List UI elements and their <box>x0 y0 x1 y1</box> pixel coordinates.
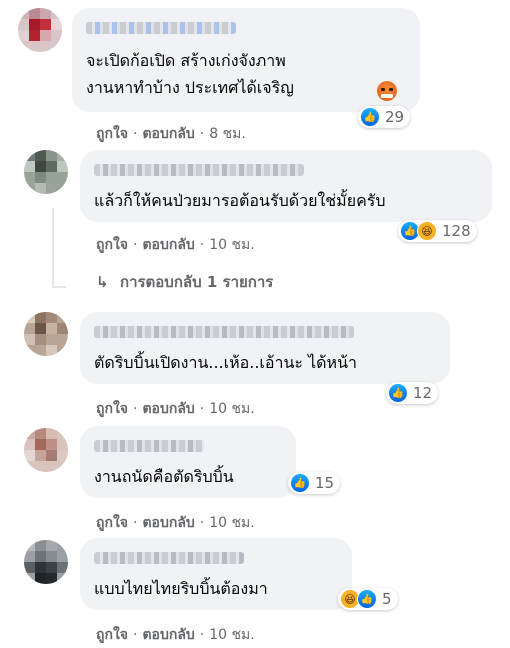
separator: · <box>133 627 138 643</box>
comment-actions: ถูกใจ · ตอบกลับ · 10 ชม. <box>96 398 255 420</box>
reply-button[interactable]: ตอบกลับ <box>142 627 194 643</box>
avatar[interactable] <box>24 428 68 472</box>
comment-text-line1: จะเปิดก้อเปิด สร้างเก่งจังภาพ <box>86 51 286 70</box>
author-name-blurred[interactable] <box>94 164 304 176</box>
reaction-count: 5 <box>382 590 392 608</box>
author-name-blurred[interactable] <box>94 326 354 338</box>
reaction-count: 29 <box>385 108 405 126</box>
timestamp[interactable]: 10 ชม. <box>209 237 254 253</box>
like-reaction-icon: 👍 <box>290 473 310 493</box>
like-reaction-icon: 👍 <box>357 589 377 609</box>
comment-text-line1: แล้วก็ให้คนป่วยมารอต้อนรับด้วยใช่มั้ยครั… <box>94 191 386 210</box>
comment-bubble: จะเปิดก้อเปิด สร้างเก่งจังภาพ งานหาทำบ้า… <box>72 8 420 112</box>
reaction-count: 128 <box>442 222 471 240</box>
angry-face-emoji-icon <box>377 81 397 101</box>
like-button[interactable]: ถูกใจ <box>96 126 128 142</box>
thread-connector <box>52 286 66 288</box>
comment-text-line2: งานหาทำบ้าง ประเทศได้เจริญ <box>86 78 294 97</box>
reaction-count: 15 <box>315 474 335 492</box>
comment-actions: ถูกใจ · ตอบกลับ · 10 ชม. <box>96 234 255 256</box>
separator: · <box>133 515 138 531</box>
comment-bubble: งานถนัดคือตัดริบบิ้น <box>80 426 296 498</box>
avatar[interactable] <box>24 540 68 584</box>
avatar[interactable] <box>18 8 62 52</box>
comment-bubble: ตัดริบบิ้นเปิดงาน...เห้อ..เอ้านะ ได้หน้า <box>80 312 450 384</box>
like-button[interactable]: ถูกใจ <box>96 237 128 253</box>
view-replies-link[interactable]: ↳ การตอบกลับ 1 รายการ <box>96 270 273 294</box>
view-replies-label: การตอบกลับ 1 รายการ <box>120 273 274 291</box>
like-reaction-icon: 👍 <box>360 107 380 127</box>
reaction-count: 12 <box>413 384 433 402</box>
separator: · <box>133 401 138 417</box>
comment-actions: ถูกใจ · ตอบกลับ · 10 ชม. <box>96 512 255 534</box>
comment-text-line1: งานถนัดคือตัดริบบิ้น <box>94 467 234 486</box>
timestamp[interactable]: 10 ชม. <box>209 515 254 531</box>
like-button[interactable]: ถูกใจ <box>96 401 128 417</box>
haha-reaction-icon: 😆 <box>417 221 437 241</box>
separator: · <box>133 126 138 142</box>
like-button[interactable]: ถูกใจ <box>96 627 128 643</box>
like-button[interactable]: ถูกใจ <box>96 515 128 531</box>
reaction-summary[interactable]: 😆 👍 5 <box>338 588 398 610</box>
separator: · <box>199 627 205 643</box>
reaction-summary[interactable]: 👍 29 <box>358 106 411 128</box>
reply-arrow-icon: ↳ <box>96 273 109 291</box>
comment-actions: ถูกใจ · ตอบกลับ · 8 ชม. <box>96 123 246 145</box>
comment-text-line1: ตัดริบบิ้นเปิดงาน...เห้อ..เอ้านะ ได้หน้า <box>94 353 358 372</box>
timestamp[interactable]: 8 ชม. <box>209 126 246 142</box>
timestamp[interactable]: 10 ชม. <box>209 627 254 643</box>
separator: · <box>133 237 138 253</box>
reply-button[interactable]: ตอบกลับ <box>142 515 194 531</box>
comment-bubble: แบบไทยไทยริบบิ้นต้องมา <box>80 538 352 610</box>
separator: · <box>199 401 205 417</box>
reaction-summary[interactable]: 👍 12 <box>386 382 439 404</box>
reply-button[interactable]: ตอบกลับ <box>142 401 194 417</box>
author-name-blurred[interactable] <box>94 440 204 452</box>
comment-actions: ถูกใจ · ตอบกลับ · 10 ชม. <box>96 624 255 646</box>
like-reaction-icon: 👍 <box>388 383 408 403</box>
author-name-blurred[interactable] <box>94 552 244 564</box>
comment-text-line1: แบบไทยไทยริบบิ้นต้องมา <box>94 579 268 598</box>
separator: · <box>199 515 205 531</box>
separator: · <box>199 126 205 142</box>
author-name-blurred[interactable] <box>86 22 236 34</box>
reply-button[interactable]: ตอบกลับ <box>142 126 194 142</box>
separator: · <box>199 237 205 253</box>
reply-button[interactable]: ตอบกลับ <box>142 237 194 253</box>
reaction-summary[interactable]: 👍 15 <box>288 472 341 494</box>
avatar[interactable] <box>24 150 68 194</box>
avatar[interactable] <box>24 312 68 356</box>
reaction-summary[interactable]: 👍 😆 128 <box>398 220 477 242</box>
timestamp[interactable]: 10 ชม. <box>209 401 254 417</box>
reply-thread-line <box>52 208 54 288</box>
comment-bubble: แล้วก็ให้คนป่วยมารอต้อนรับด้วยใช่มั้ยครั… <box>80 150 492 222</box>
